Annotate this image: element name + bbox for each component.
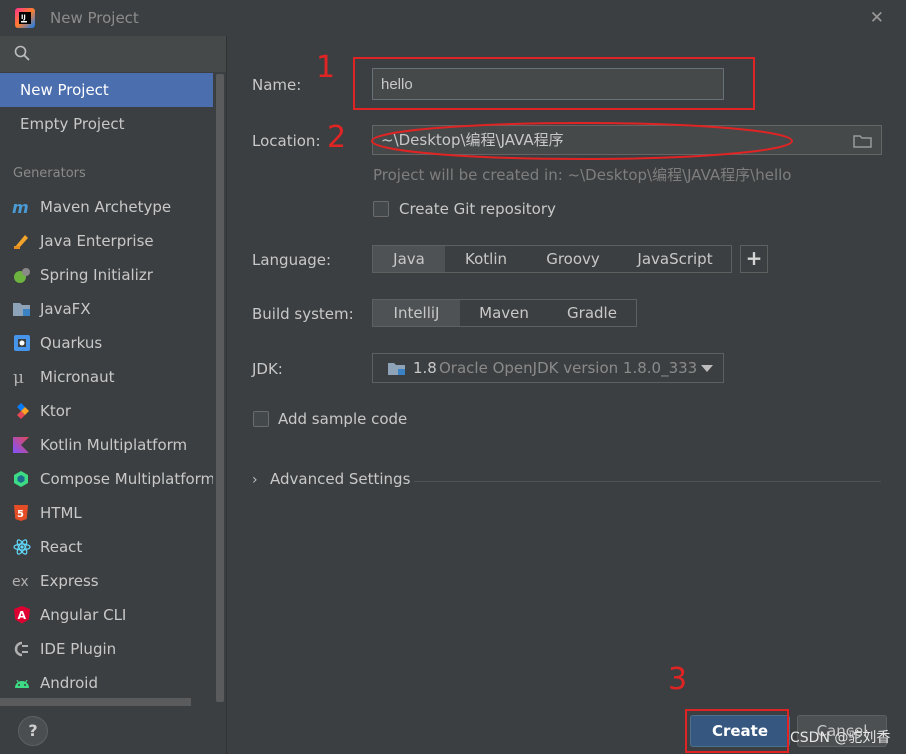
annotation-ellipse-location bbox=[371, 122, 793, 160]
annotation-number-1: 1 bbox=[316, 50, 336, 85]
annotation-overlay bbox=[353, 57, 793, 753]
annotation-number-3: 3 bbox=[668, 662, 688, 697]
watermark-text: CSDN @驼刘香 bbox=[790, 730, 891, 746]
annotation-box-name bbox=[353, 57, 755, 110]
annotation-number-2: 2 bbox=[327, 120, 347, 155]
annotation-box-create bbox=[685, 709, 789, 753]
